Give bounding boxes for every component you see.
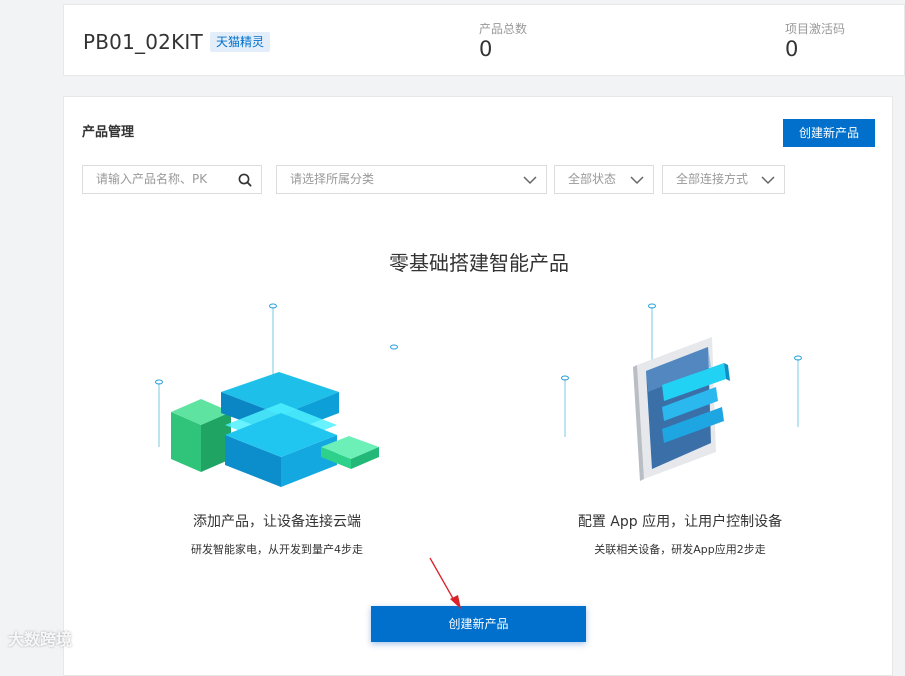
section-title: 产品管理 [82,125,135,140]
product-management-card: 产品管理 创建新产品 请输入产品名称、PK 请选择所属分类 全部状态 全部连接方… [63,96,893,676]
category-select[interactable]: 请选择所属分类 [276,165,547,194]
feature-add-product-desc: 研发智能家电，从开发到量产4步走 [191,543,363,556]
chevron-down-icon [630,176,644,185]
feature-config-app-desc: 关联相关设备，研发App应用2步走 [594,543,766,556]
chevron-down-icon [523,176,537,185]
stat-activation-code: 项目激活码 0 [785,20,845,61]
product-search-input[interactable]: 请输入产品名称、PK [82,165,262,194]
project-header-card: PB01_02KIT 天猫精灵 产品总数 0 项目激活码 0 [63,4,905,76]
category-placeholder: 请选择所属分类 [290,172,375,186]
stat-value: 0 [479,37,493,61]
connection-value: 全部连接方式 [676,172,749,186]
project-type-badge: 天猫精灵 [210,32,271,52]
project-name: PB01_02KIT [83,30,203,54]
stat-product-count: 产品总数 0 [479,20,527,61]
pin-dot-icon [390,344,398,350]
status-value: 全部状态 [568,172,617,186]
create-product-main-button[interactable]: 创建新产品 [371,606,586,642]
search-placeholder: 请输入产品名称、PK [96,172,208,186]
create-product-button[interactable]: 创建新产品 [783,119,875,147]
stat-label: 项目激活码 [785,22,846,36]
status-select[interactable]: 全部状态 [554,165,654,194]
cloud-cubes-illustration [155,303,379,487]
annotation-arrow-icon [429,557,461,609]
search-icon[interactable] [237,172,253,188]
watermark: 大数跨境 [8,630,73,649]
app-config-illustration [561,303,802,481]
stat-label: 产品总数 [479,22,528,36]
empty-state-title: 零基础搭建智能产品 [389,251,569,275]
connection-select[interactable]: 全部连接方式 [662,165,785,194]
feature-config-app-title: 配置 App 应用，让用户控制设备 [577,514,783,530]
chevron-down-icon [761,176,775,185]
feature-add-product-title: 添加产品，让设备连接云端 [193,514,361,530]
stat-value: 0 [785,37,799,61]
